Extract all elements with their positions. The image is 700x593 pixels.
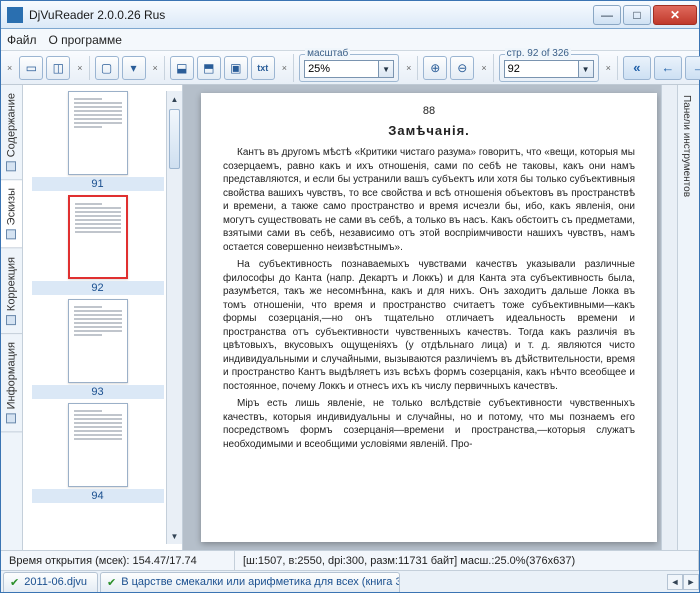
- thumbs-scrollbar[interactable]: ▲ ▼: [166, 91, 182, 544]
- sidetab-toolpanels[interactable]: Панели инструментов: [678, 85, 695, 207]
- zoom-input[interactable]: [304, 60, 378, 78]
- file-tab-2[interactable]: ✔В царстве смекалки или арифметика для в…: [100, 572, 400, 592]
- toolbar: × ▭ ◫ × ▢ ▾ × ⬓ ⬒ ▣ txt × масштаб ▼: [1, 51, 699, 85]
- viewer-area: 88 Замѣчанія. Кантъ въ другомъ мѣстѣ «Кр…: [183, 85, 677, 550]
- view-page-button[interactable]: ▢: [95, 56, 119, 80]
- statusbar: Время открытия (мсек): 154.47/17.74 [ш:1…: [1, 550, 699, 570]
- tab-icon: [7, 161, 17, 171]
- sidetab-correction[interactable]: Коррекция: [1, 249, 22, 334]
- tabs-scroll-left-icon[interactable]: ◄: [667, 574, 683, 590]
- sidetab-thumbs[interactable]: Эскизы: [1, 180, 22, 248]
- group-close-icon[interactable]: ×: [406, 63, 411, 73]
- thumbnails-list: 91 92 93 94: [29, 91, 166, 544]
- document-tabs: ✔2011-06.djvu ✔В царстве смекалки или ар…: [1, 570, 699, 592]
- first-page-button[interactable]: «: [623, 56, 651, 80]
- app-window: DjVuReader 2.0.0.26 Rus — □ ✕ Файл О про…: [0, 0, 700, 593]
- tab-icon: [7, 315, 17, 325]
- next-page-button[interactable]: →: [685, 56, 700, 80]
- thumb-93[interactable]: 93: [29, 299, 166, 399]
- thumb-label: 92: [32, 281, 164, 295]
- paragraph: Кантъ въ другомъ мѣстѣ «Критики чистаго …: [223, 146, 635, 254]
- fit-height-button[interactable]: ⬒: [197, 56, 221, 80]
- status-open-time: Время открытия (мсек): 154.47/17.74: [1, 551, 235, 570]
- tabs-scroll-right-icon[interactable]: ►: [683, 574, 699, 590]
- sidetab-info[interactable]: Информация: [1, 334, 22, 432]
- window-title: DjVuReader 2.0.0.26 Rus: [29, 8, 591, 22]
- menu-about[interactable]: О программе: [49, 33, 122, 47]
- layout-single-button[interactable]: ▭: [19, 56, 43, 80]
- check-icon: ✔: [10, 576, 19, 589]
- text-mode-button[interactable]: txt: [251, 56, 275, 80]
- tab-icon: [7, 413, 17, 423]
- prev-page-button[interactable]: ←: [654, 56, 682, 80]
- paragraph: На субъективность познаваемыхъ чувствами…: [223, 258, 635, 393]
- check-icon: ✔: [107, 576, 116, 589]
- scroll-up-icon[interactable]: ▲: [167, 91, 182, 107]
- file-tab-1[interactable]: ✔2011-06.djvu: [3, 572, 98, 592]
- thumbnails-panel: 91 92 93 94 ▲: [23, 85, 183, 550]
- status-page-info: [ш:1507, в:2550, dpi:300, разм:11731 бай…: [235, 551, 699, 570]
- titlebar: DjVuReader 2.0.0.26 Rus — □ ✕: [1, 1, 699, 29]
- scroll-grip[interactable]: [169, 109, 180, 169]
- thumb-94[interactable]: 94: [29, 403, 166, 503]
- thumb-label: 93: [32, 385, 164, 399]
- scroll-down-icon[interactable]: ▼: [167, 528, 182, 544]
- minimize-button[interactable]: —: [593, 5, 621, 25]
- group-close-icon[interactable]: ×: [282, 63, 287, 73]
- menu-file[interactable]: Файл: [7, 33, 37, 47]
- zoom-fieldset: масштаб ▼: [299, 54, 399, 82]
- layout-two-button[interactable]: ◫: [46, 56, 70, 80]
- group-close-icon[interactable]: ×: [481, 63, 486, 73]
- right-sidetabs: Панели инструментов: [677, 85, 699, 550]
- zoom-in-button[interactable]: ⊕: [423, 56, 447, 80]
- group-close-icon[interactable]: ×: [77, 63, 82, 73]
- tabs-scroll: ◄ ►: [667, 574, 699, 590]
- group-close-icon[interactable]: ×: [7, 63, 12, 73]
- paragraph: Міръ есть лишь явленіе, не только вслѣдс…: [223, 397, 635, 451]
- page-dropdown-icon[interactable]: ▼: [578, 60, 594, 78]
- zoom-dropdown-icon[interactable]: ▼: [378, 60, 394, 78]
- zoom-out-button[interactable]: ⊖: [450, 56, 474, 80]
- group-close-icon[interactable]: ×: [153, 63, 158, 73]
- page-label: стр. 92 of 326: [505, 48, 571, 59]
- page-heading: Замѣчанія.: [223, 123, 635, 138]
- thumb-91[interactable]: 91: [29, 91, 166, 191]
- zoom-label: масштаб: [305, 48, 350, 59]
- fit-width-button[interactable]: ⬓: [170, 56, 194, 80]
- thumb-92[interactable]: 92: [29, 195, 166, 295]
- close-button[interactable]: ✕: [653, 5, 697, 25]
- tab-icon: [7, 230, 17, 240]
- app-icon: [7, 7, 23, 23]
- page-number: 88: [223, 105, 635, 117]
- thumb-label: 91: [32, 177, 164, 191]
- page-fieldset: стр. 92 of 326 ▼: [499, 54, 599, 82]
- window-buttons: — □ ✕: [591, 5, 697, 25]
- view-chevron-icon[interactable]: ▾: [122, 56, 146, 80]
- viewer-scrollbar[interactable]: [661, 85, 677, 550]
- group-close-icon[interactable]: ×: [606, 63, 611, 73]
- left-sidetabs: Содержание Эскизы Коррекция Информация: [1, 85, 23, 550]
- maximize-button[interactable]: □: [623, 5, 651, 25]
- page-content: 88 Замѣчанія. Кантъ въ другомъ мѣстѣ «Кр…: [201, 93, 657, 542]
- body: Содержание Эскизы Коррекция Информация 9…: [1, 85, 699, 550]
- page-input[interactable]: [504, 60, 578, 78]
- thumb-label: 94: [32, 489, 164, 503]
- fit-page-button[interactable]: ▣: [224, 56, 248, 80]
- sidetab-contents[interactable]: Содержание: [1, 85, 22, 180]
